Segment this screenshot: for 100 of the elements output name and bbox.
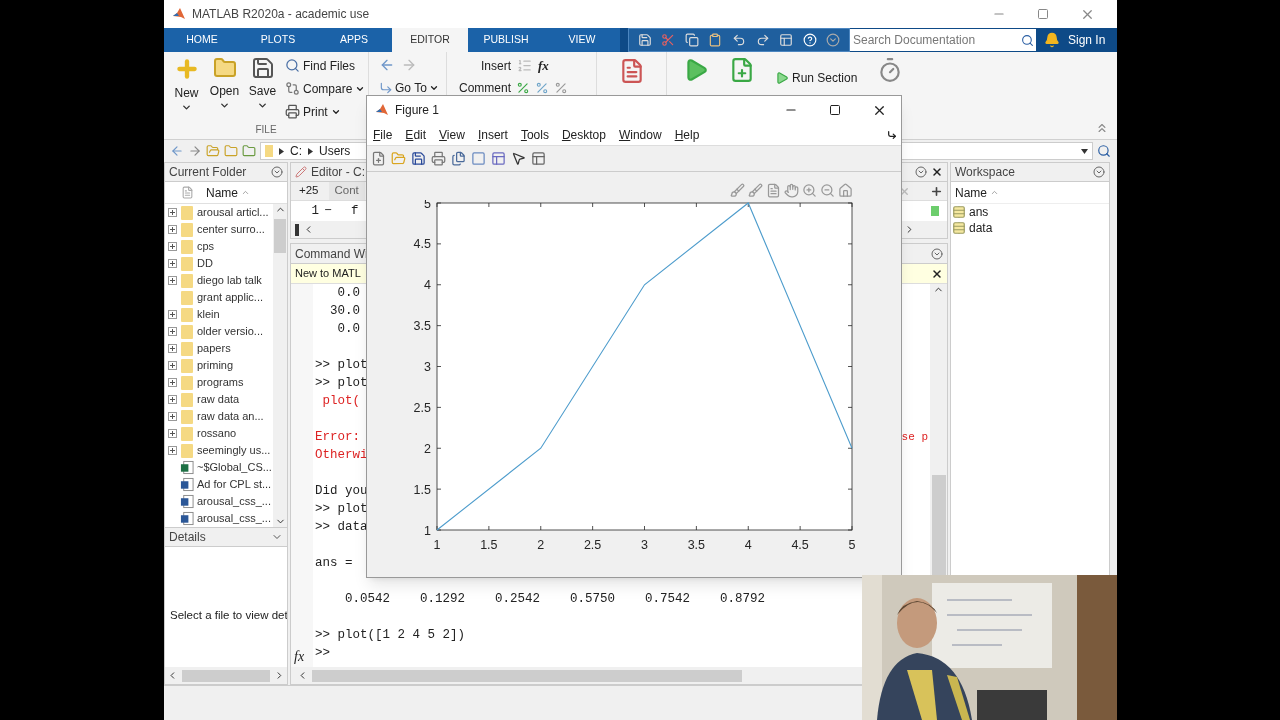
menu-item[interactable]: View bbox=[439, 125, 465, 144]
folder-icon[interactable] bbox=[242, 144, 256, 158]
up-folder-icon[interactable] bbox=[206, 144, 220, 158]
legend-icon[interactable] bbox=[491, 151, 506, 166]
folder-list-item[interactable]: raw data an... bbox=[197, 408, 264, 425]
brush-icon[interactable] bbox=[730, 182, 745, 198]
run-section-button[interactable]: Run Section bbox=[775, 69, 858, 87]
ribbon-tab[interactable]: VIEW bbox=[544, 28, 620, 52]
menu-item[interactable]: Edit bbox=[405, 125, 427, 144]
panel-menu-icon[interactable] bbox=[931, 247, 943, 260]
forward-icon[interactable] bbox=[188, 144, 202, 158]
paste-icon[interactable] bbox=[708, 33, 723, 47]
expand-icon[interactable] bbox=[168, 412, 177, 421]
ribbon-tab[interactable]: PUBLISH bbox=[468, 28, 544, 52]
ribbon-tab[interactable]: EDITOR bbox=[392, 28, 468, 52]
customize-icon[interactable] bbox=[826, 33, 841, 47]
ribbon-button[interactable]: Open bbox=[206, 56, 243, 122]
breadcrumb-item[interactable]: Users bbox=[319, 142, 351, 160]
scrollbar-thumb[interactable] bbox=[931, 475, 946, 575]
link-plot-icon[interactable] bbox=[451, 151, 466, 166]
open-icon[interactable] bbox=[391, 151, 406, 166]
expand-icon[interactable] bbox=[168, 361, 177, 370]
folder-list-item[interactable]: Ad for CPL st... bbox=[197, 476, 272, 493]
undo-icon[interactable] bbox=[731, 33, 746, 47]
menu-item[interactable]: Tools bbox=[520, 125, 549, 144]
help-icon[interactable] bbox=[802, 33, 817, 47]
expand-icon[interactable] bbox=[168, 276, 177, 285]
data-tip-icon[interactable] bbox=[748, 182, 763, 198]
search-field[interactable]: Search Documentation bbox=[850, 29, 1018, 51]
panel-menu-icon[interactable] bbox=[1093, 166, 1105, 178]
panel-menu-icon[interactable] bbox=[271, 166, 283, 178]
menu-item[interactable]: Insert bbox=[477, 125, 508, 144]
pointer-icon[interactable] bbox=[511, 151, 526, 166]
folder-list-item[interactable]: cps bbox=[197, 238, 215, 255]
menu-item[interactable]: File bbox=[373, 125, 393, 144]
search-icon[interactable] bbox=[1097, 144, 1111, 158]
new-tab-icon[interactable] bbox=[930, 184, 943, 198]
folder-list-item[interactable]: ~$Global_CS... bbox=[197, 459, 272, 476]
scrollbar-thumb[interactable] bbox=[312, 669, 742, 682]
new-figure-icon[interactable] bbox=[371, 151, 386, 166]
printer-icon[interactable] bbox=[431, 151, 446, 166]
browse-folder-icon[interactable] bbox=[224, 144, 238, 158]
ribbon-tab[interactable]: PLOTS bbox=[240, 28, 316, 52]
ribbon-tab[interactable]: APPS bbox=[316, 28, 392, 52]
ribbon-button[interactable]: Save bbox=[244, 56, 281, 122]
dropdown-icon[interactable] bbox=[1081, 148, 1088, 154]
folder-list-item[interactable]: rossano bbox=[197, 425, 237, 442]
folder-list-item[interactable]: center surro... bbox=[197, 221, 265, 238]
insert-button[interactable]: Insert bbox=[481, 56, 511, 75]
menu-item[interactable]: Desktop bbox=[561, 125, 606, 144]
back-icon[interactable] bbox=[170, 144, 184, 158]
folder-list-item[interactable]: papers bbox=[197, 340, 231, 357]
folder-list-item[interactable]: arousal articl... bbox=[197, 204, 269, 221]
expand-icon[interactable] bbox=[168, 395, 177, 404]
expand-icon[interactable] bbox=[168, 378, 177, 387]
command-prompt[interactable]: >> bbox=[315, 644, 330, 662]
bell-icon[interactable] bbox=[1044, 32, 1060, 48]
folder-list-item[interactable]: raw data bbox=[197, 391, 240, 408]
data-cursor-icon[interactable] bbox=[766, 182, 781, 198]
colorbar-icon[interactable] bbox=[471, 151, 486, 166]
expand-icon[interactable] bbox=[168, 310, 177, 319]
folder-list-item[interactable]: seemingly us... bbox=[197, 442, 271, 459]
folder-list-item[interactable]: priming bbox=[197, 357, 234, 374]
scrollbar-thumb[interactable] bbox=[274, 219, 286, 253]
expand-icon[interactable] bbox=[168, 344, 177, 353]
menu-item[interactable]: Help bbox=[674, 125, 700, 144]
folder-list-item[interactable]: grant applic... bbox=[197, 289, 264, 306]
function-button[interactable]: fx bbox=[538, 56, 549, 76]
breadcrumb-item[interactable]: C: bbox=[290, 142, 302, 160]
close-icon[interactable] bbox=[931, 166, 943, 178]
column-header[interactable]: Name bbox=[955, 183, 999, 202]
ribbon-tab[interactable]: HOME bbox=[164, 28, 240, 52]
expand-icon[interactable] bbox=[168, 446, 177, 455]
close-icon[interactable] bbox=[931, 267, 943, 280]
save-icon[interactable] bbox=[411, 151, 426, 166]
ribbon-button[interactable]: New bbox=[168, 56, 205, 122]
scrollbar-thumb[interactable] bbox=[181, 669, 271, 682]
cut-icon[interactable] bbox=[661, 33, 676, 47]
folder-list-item[interactable]: klein bbox=[197, 306, 220, 323]
folder-list-item[interactable]: DD bbox=[197, 255, 213, 272]
home-icon[interactable] bbox=[838, 182, 853, 198]
function-browser-icon[interactable]: fx bbox=[291, 648, 313, 666]
column-header[interactable]: Name bbox=[206, 183, 250, 202]
uncomment-icon[interactable] bbox=[535, 80, 549, 95]
redo-icon[interactable] bbox=[755, 33, 770, 47]
ribbon-small-button[interactable]: Compare bbox=[285, 79, 366, 98]
collapse-ribbon-icon[interactable] bbox=[1095, 121, 1109, 135]
folder-list-item[interactable]: programs bbox=[197, 374, 244, 391]
folder-list-item[interactable]: arousal_css_... bbox=[197, 510, 271, 527]
zoom-out-icon[interactable] bbox=[820, 182, 835, 198]
wrap-comment-icon[interactable] bbox=[554, 80, 568, 95]
expand-icon[interactable] bbox=[168, 242, 177, 251]
ribbon-small-button[interactable]: Print bbox=[285, 102, 366, 121]
workspace-variable[interactable]: data bbox=[951, 220, 1109, 236]
folder-list-item[interactable]: older versio... bbox=[197, 323, 264, 340]
dock-icon[interactable] bbox=[887, 129, 897, 140]
go-to-button[interactable]: Go To bbox=[379, 79, 446, 97]
workspace-variable[interactable]: ans bbox=[951, 204, 1109, 220]
sign-in-link[interactable]: Sign In bbox=[1068, 28, 1112, 52]
panel-menu-icon[interactable] bbox=[915, 166, 927, 178]
